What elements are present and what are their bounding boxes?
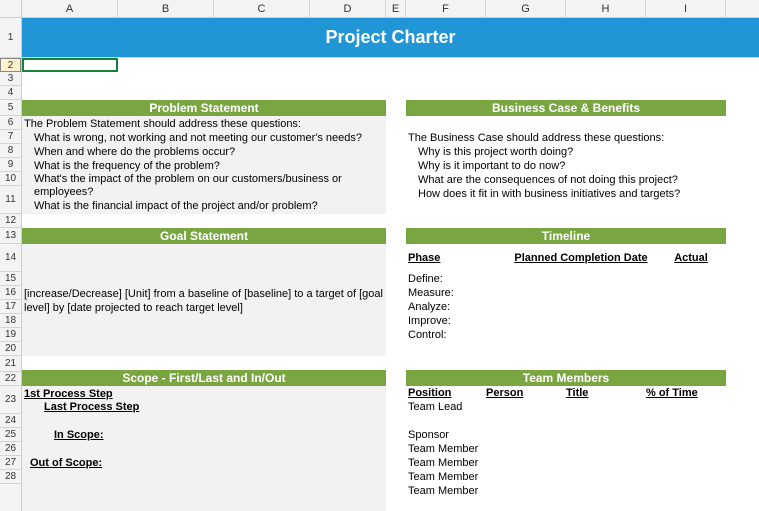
row-7[interactable]: 7 bbox=[0, 130, 21, 144]
row-21[interactable]: 21 bbox=[0, 356, 21, 372]
row-18[interactable]: 18 bbox=[0, 314, 21, 328]
row-headers: 1234567891011121314151617181920212223242… bbox=[0, 18, 22, 511]
row-13[interactable]: 13 bbox=[0, 228, 21, 244]
problem-q3: What is the frequency of the problem? bbox=[24, 159, 384, 173]
timeline-measure: Measure: bbox=[408, 286, 726, 300]
business-q4: How does it fit in with business initiat… bbox=[408, 187, 724, 201]
header-team: Team Members bbox=[406, 370, 726, 386]
timeline-analyze: Analyze: bbox=[408, 300, 726, 314]
timeline-improve: Improve: bbox=[408, 314, 726, 328]
scope-in: In Scope: bbox=[24, 428, 384, 442]
row-2[interactable]: 2 bbox=[0, 58, 21, 72]
col-A[interactable]: A bbox=[22, 0, 118, 17]
timeline-actual-label: Actual bbox=[656, 251, 726, 265]
select-all-corner[interactable] bbox=[0, 0, 22, 17]
row-22[interactable]: 22 bbox=[0, 372, 21, 386]
page-title: Project Charter bbox=[325, 27, 455, 48]
business-lead: The Business Case should address these q… bbox=[408, 131, 724, 145]
team-person-label: Person bbox=[486, 386, 566, 400]
row-5[interactable]: 5 bbox=[0, 100, 21, 116]
scope-first: 1st Process Step bbox=[24, 387, 384, 401]
team-sponsor: Sponsor bbox=[408, 428, 726, 442]
team-title-label: Title bbox=[566, 386, 646, 400]
row-26[interactable]: 26 bbox=[0, 442, 21, 456]
col-I[interactable]: I bbox=[646, 0, 726, 17]
header-timeline: Timeline bbox=[406, 228, 726, 244]
row-23[interactable]: 23 bbox=[0, 386, 21, 414]
timeline-control: Control: bbox=[408, 328, 726, 342]
col-G[interactable]: G bbox=[486, 0, 566, 17]
problem-q2: When and where do the problems occur? bbox=[24, 145, 384, 159]
team-member-2: Team Member bbox=[408, 456, 726, 470]
column-headers: A B C D E F G H I bbox=[0, 0, 759, 18]
problem-q1: What is wrong, not working and not meeti… bbox=[24, 131, 384, 145]
row-3[interactable]: 3 bbox=[0, 72, 21, 86]
row-4[interactable]: 4 bbox=[0, 86, 21, 100]
row-1[interactable]: 1 bbox=[0, 18, 21, 58]
col-H[interactable]: H bbox=[566, 0, 646, 17]
business-q2: Why is it important to do now? bbox=[408, 159, 724, 173]
row-24[interactable]: 24 bbox=[0, 414, 21, 428]
row-8[interactable]: 8 bbox=[0, 144, 21, 158]
row-28[interactable]: 28 bbox=[0, 470, 21, 484]
team-member-3: Team Member bbox=[408, 470, 726, 484]
row-6[interactable]: 6 bbox=[0, 116, 21, 130]
col-C[interactable]: C bbox=[214, 0, 310, 17]
team-lead: Team Lead bbox=[408, 400, 726, 414]
timeline-body[interactable]: Phase Planned Completion Date Actual Def… bbox=[406, 244, 726, 356]
header-problem: Problem Statement bbox=[22, 100, 386, 116]
title-bar: Project Charter bbox=[22, 18, 759, 58]
team-member-4: Team Member bbox=[408, 484, 726, 498]
row-27[interactable]: 27 bbox=[0, 456, 21, 470]
problem-q5: What is the financial impact of the proj… bbox=[24, 199, 384, 213]
scope-body[interactable]: 1st Process Step Last Process Step In Sc… bbox=[22, 386, 386, 511]
business-q1: Why is this project worth doing? bbox=[408, 145, 724, 159]
row-14[interactable]: 14 bbox=[0, 244, 21, 272]
problem-body[interactable]: The Problem Statement should address the… bbox=[22, 116, 386, 214]
row-11[interactable]: 11 bbox=[0, 186, 21, 214]
col-D[interactable]: D bbox=[310, 0, 386, 17]
business-q3: What are the consequences of not doing t… bbox=[408, 173, 724, 187]
header-scope: Scope - First/Last and In/Out bbox=[22, 370, 386, 386]
team-time-label: % of Time bbox=[646, 386, 726, 400]
col-B[interactable]: B bbox=[118, 0, 214, 17]
active-cell[interactable] bbox=[22, 58, 118, 72]
col-E[interactable]: E bbox=[386, 0, 406, 17]
timeline-phase-label: Phase bbox=[406, 251, 506, 265]
team-member-1: Team Member bbox=[408, 442, 726, 456]
row-17[interactable]: 17 bbox=[0, 300, 21, 314]
business-body[interactable]: The Business Case should address these q… bbox=[406, 116, 726, 214]
col-F[interactable]: F bbox=[406, 0, 486, 17]
spreadsheet: A B C D E F G H I 1234567891011121314151… bbox=[0, 0, 759, 511]
row-16[interactable]: 16 bbox=[0, 286, 21, 300]
row-25[interactable]: 25 bbox=[0, 428, 21, 442]
goal-body[interactable]: [increase/Decrease] [Unit] from a baseli… bbox=[22, 244, 386, 356]
timeline-define: Define: bbox=[408, 272, 726, 286]
header-goal: Goal Statement bbox=[22, 228, 386, 244]
row-19[interactable]: 19 bbox=[0, 328, 21, 342]
grid-area[interactable]: Project Charter Problem Statement The Pr… bbox=[22, 18, 759, 511]
header-business: Business Case & Benefits bbox=[406, 100, 726, 116]
row-9[interactable]: 9 bbox=[0, 158, 21, 172]
goal-text: [increase/Decrease] [Unit] from a baseli… bbox=[24, 287, 384, 315]
team-body[interactable]: Position Person Title % of Time Team Lea… bbox=[406, 386, 726, 511]
timeline-planned-label: Planned Completion Date bbox=[506, 251, 656, 265]
scope-last: Last Process Step bbox=[24, 401, 384, 414]
row-20[interactable]: 20 bbox=[0, 342, 21, 356]
team-position-label: Position bbox=[406, 386, 486, 400]
problem-lead: The Problem Statement should address the… bbox=[24, 117, 384, 131]
row-15[interactable]: 15 bbox=[0, 272, 21, 286]
problem-q4: What's the impact of the problem on our … bbox=[24, 173, 384, 199]
scope-out: Out of Scope: bbox=[24, 456, 384, 470]
row-12[interactable]: 12 bbox=[0, 214, 21, 228]
row-10[interactable]: 10 bbox=[0, 172, 21, 186]
